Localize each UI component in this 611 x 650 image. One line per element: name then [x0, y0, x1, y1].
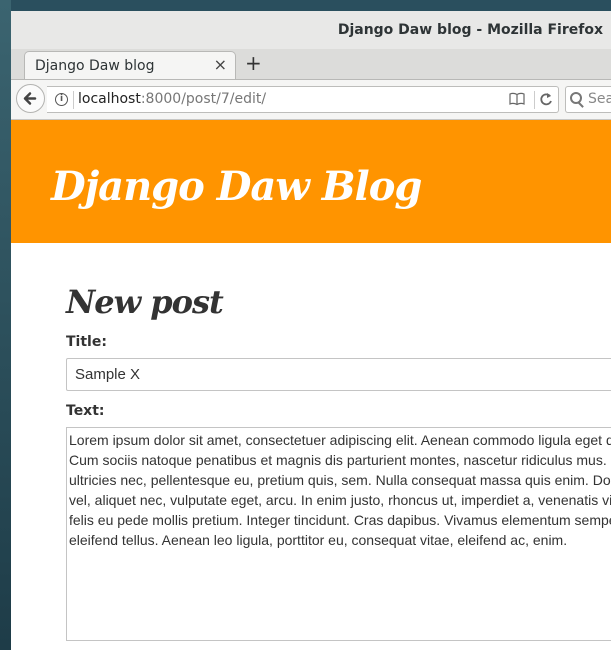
- blog-header: Django Daw Blog: [11, 120, 611, 243]
- url-separator-2: [534, 91, 535, 109]
- url-host: localhost: [78, 91, 141, 107]
- page-content: New post Title: Text: Lorem ipsum dolor …: [11, 243, 611, 650]
- title-label: Title:: [66, 334, 107, 350]
- back-button[interactable]: [16, 84, 45, 113]
- url-bar[interactable]: i localhost:8000/post/7/edit/: [47, 86, 559, 113]
- text-label: Text:: [66, 403, 105, 419]
- reader-view-icon[interactable]: [509, 92, 525, 106]
- close-tab-icon[interactable]: ×: [214, 55, 227, 74]
- search-bar[interactable]: Sea: [565, 86, 611, 113]
- url-path: :8000/post/7/edit/: [140, 91, 267, 107]
- title-input[interactable]: [66, 358, 611, 391]
- desktop-background: [0, 0, 11, 650]
- window-titlebar[interactable]: Django Daw blog - Mozilla Firefox: [11, 11, 611, 49]
- new-tab-icon[interactable]: +: [245, 51, 262, 75]
- site-info-icon[interactable]: i: [55, 93, 68, 106]
- reload-icon[interactable]: [538, 90, 554, 108]
- browser-window: Django Daw blog - Mozilla Firefox Django…: [11, 11, 611, 650]
- page-title: New post: [66, 283, 224, 321]
- tab-title: Django Daw blog: [35, 58, 155, 74]
- navigation-toolbar: i localhost:8000/post/7/edit/ Sea: [11, 80, 611, 120]
- site-title-link[interactable]: Django Daw Blog: [51, 163, 422, 210]
- url-separator: [73, 91, 74, 109]
- text-textarea[interactable]: Lorem ipsum dolor sit amet, consectetuer…: [66, 427, 611, 641]
- url-text[interactable]: localhost:8000/post/7/edit/: [78, 91, 266, 107]
- tab-strip: Django Daw blog × +: [11, 49, 611, 80]
- search-placeholder: Sea: [588, 91, 611, 107]
- search-icon: [570, 92, 582, 104]
- back-arrow-icon: [23, 92, 37, 105]
- window-title: Django Daw blog - Mozilla Firefox: [337, 22, 603, 38]
- tab-django-daw-blog[interactable]: Django Daw blog ×: [24, 51, 236, 79]
